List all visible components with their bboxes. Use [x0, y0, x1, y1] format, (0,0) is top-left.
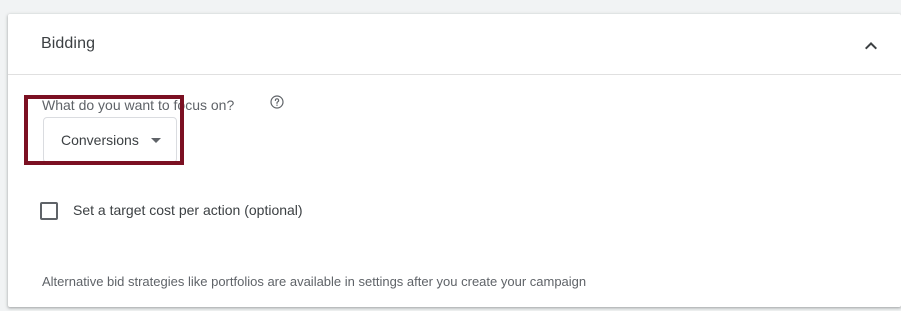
section-title: Bidding — [41, 35, 96, 52]
bidding-section-header[interactable]: Bidding — [8, 14, 901, 75]
focus-dropdown-value: Conversions — [61, 132, 139, 148]
target-cpa-checkbox[interactable] — [40, 202, 58, 220]
focus-question-label: What do you want to focus on? — [42, 97, 235, 113]
chevron-up-icon[interactable] — [859, 34, 883, 58]
help-circle-icon[interactable] — [269, 94, 285, 110]
focus-dropdown[interactable]: Conversions — [43, 117, 177, 163]
dropdown-arrow-icon — [151, 138, 161, 143]
bidding-card: Bidding What do you want to focus on? Co… — [8, 14, 901, 307]
alternative-strategies-note: Alternative bid strategies like portfoli… — [42, 274, 587, 289]
target-cpa-label: Set a target cost per action (optional) — [73, 202, 303, 218]
